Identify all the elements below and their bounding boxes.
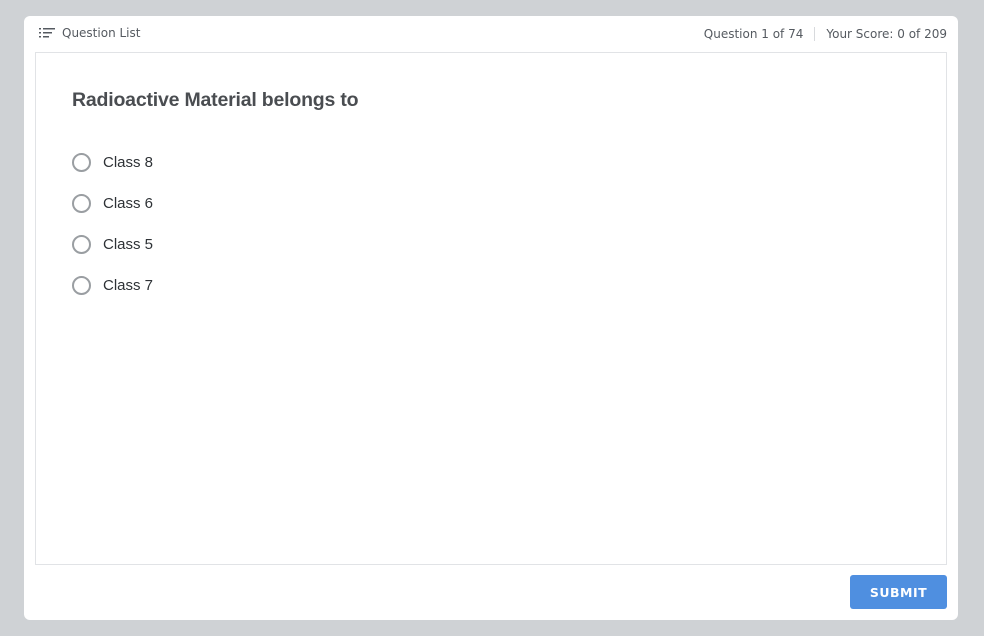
- question-text: Radioactive Material belongs to: [72, 89, 359, 111]
- question-panel: Radioactive Material belongs to Class 8 …: [35, 52, 947, 565]
- answer-option-label: Class 6: [103, 195, 154, 212]
- question-list-label: Question List: [62, 26, 141, 40]
- question-list-button[interactable]: Question List: [39, 26, 140, 40]
- answer-option-label: Class 5: [103, 236, 154, 253]
- radio-button[interactable]: [72, 235, 91, 254]
- answer-option[interactable]: Class 6: [72, 183, 153, 224]
- radio-button[interactable]: [72, 276, 91, 295]
- answer-option[interactable]: Class 7: [72, 265, 153, 306]
- answer-option-label: Class 8: [103, 154, 154, 171]
- submit-button[interactable]: SUBMIT: [850, 575, 947, 609]
- list-icon: [39, 28, 55, 38]
- radio-button[interactable]: [72, 194, 91, 213]
- answer-options: Class 8 Class 6 Class 5 Class 7: [72, 142, 153, 306]
- status-divider: [814, 27, 816, 41]
- quiz-card: Question List Question 1 of 74 Your Scor…: [24, 16, 958, 620]
- quiz-status: Question 1 of 74 Your Score: 0 of 209: [704, 27, 947, 41]
- answer-option-label: Class 7: [103, 277, 154, 294]
- question-counter: Question 1 of 74: [703, 27, 804, 41]
- score-display: Your Score: 0 of 209: [826, 27, 947, 41]
- answer-option[interactable]: Class 8: [72, 142, 153, 183]
- answer-option[interactable]: Class 5: [72, 224, 153, 265]
- quiz-header: Question List Question 1 of 74 Your Scor…: [24, 16, 958, 53]
- radio-button[interactable]: [72, 153, 91, 172]
